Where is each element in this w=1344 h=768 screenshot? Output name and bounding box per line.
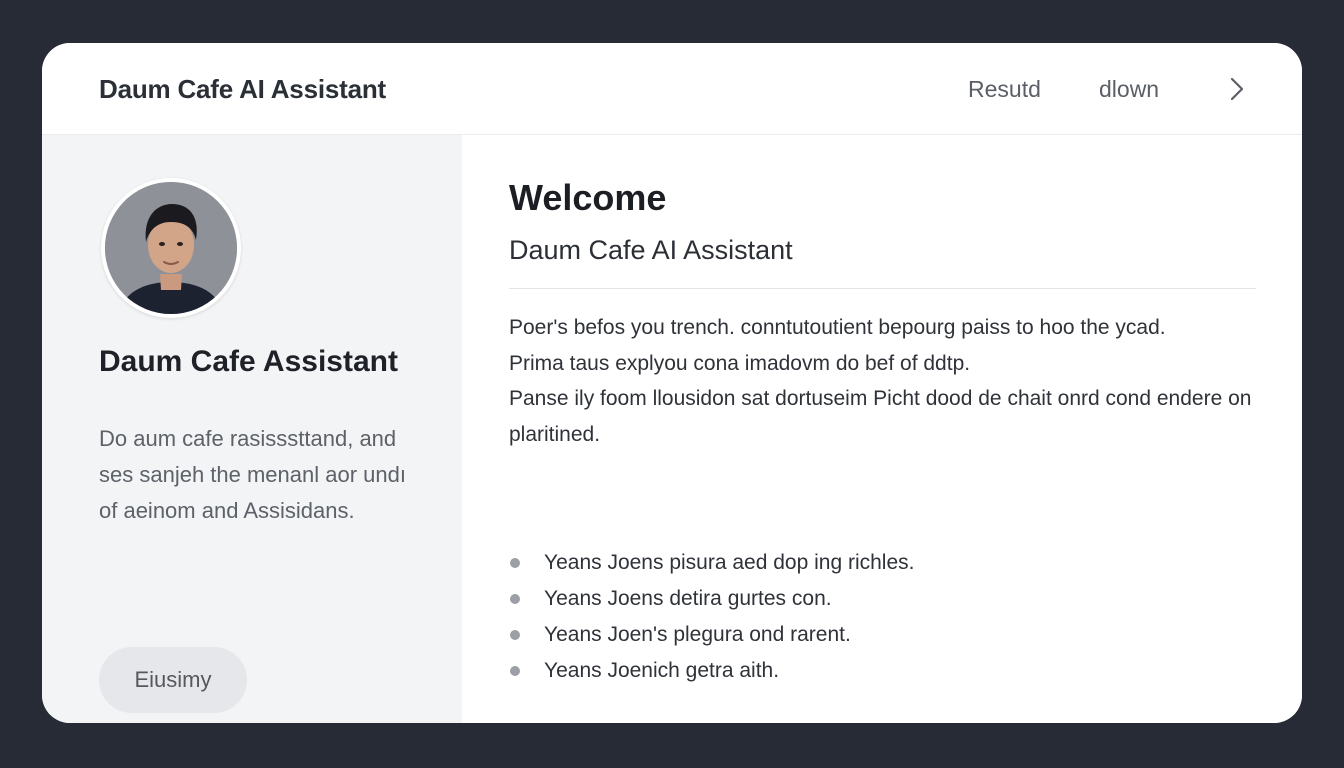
pill-button[interactable]: Eiusimy — [99, 647, 247, 713]
assistant-card: Daum Cafe AI Assistant Resutd dlown Daum… — [42, 43, 1302, 723]
intro-paragraph: Panse ily foom llousidon sat dortuseim P… — [509, 387, 1252, 446]
welcome-panel: Welcome Daum Cafe AI Assistant Poer's be… — [462, 135, 1302, 723]
bullet-text: Yeans Joens detira gurtes con. — [544, 587, 832, 610]
bullet-item: Yeans Joens detira gurtes con. — [509, 581, 1256, 617]
intro-paragraph: Prima taus explyou cona imadovm do bef o… — [509, 351, 971, 375]
bullet-item: Yeans Joen's plegura ond rarent. — [509, 617, 1256, 653]
bullet-dot-icon — [510, 594, 520, 604]
profile-sidebar: Daum Cafe Assistant Do aum cafe rasissst… — [42, 135, 462, 723]
assistant-name: Daum Cafe Assistant — [99, 345, 398, 378]
bullet-dot-icon — [510, 558, 520, 568]
intro-text: Poer's befos you trench. conntutoutient … — [509, 310, 1256, 452]
bullet-text: Yeans Joen's plegura ond rarent. — [544, 623, 851, 646]
avatar-image — [105, 182, 237, 314]
chevron-right-icon[interactable] — [1224, 76, 1250, 102]
app-title: Daum Cafe AI Assistant — [99, 74, 386, 104]
bullet-text: Yeans Joens pisura aed dop ing richles. — [544, 551, 915, 574]
nav-link-dlown[interactable]: dlown — [1099, 76, 1159, 103]
assistant-description: Do aum cafe rasisssttand, and ses sanjeh… — [99, 426, 406, 523]
intro-paragraph: Poer's befos you trench. conntutoutient … — [509, 316, 1166, 339]
bullet-dot-icon — [510, 666, 520, 676]
divider — [509, 288, 1256, 289]
nav-link-resutd[interactable]: Resutd — [968, 76, 1041, 103]
bullet-text: Yeans Joenich getra aith. — [544, 659, 780, 682]
welcome-subtitle: Daum Cafe AI Assistant — [509, 235, 793, 265]
bullet-item: Yeans Joenich getra aith. — [509, 653, 1256, 689]
bullet-item: Yeans Joens pisura aed dop ing richles. — [509, 545, 1256, 581]
bullet-list: Yeans Joens pisura aed dop ing richles. … — [509, 545, 1256, 689]
welcome-heading: Welcome — [509, 177, 667, 218]
avatar — [101, 178, 241, 318]
top-bar: Daum Cafe AI Assistant Resutd dlown — [42, 43, 1302, 135]
bullet-dot-icon — [510, 630, 520, 640]
